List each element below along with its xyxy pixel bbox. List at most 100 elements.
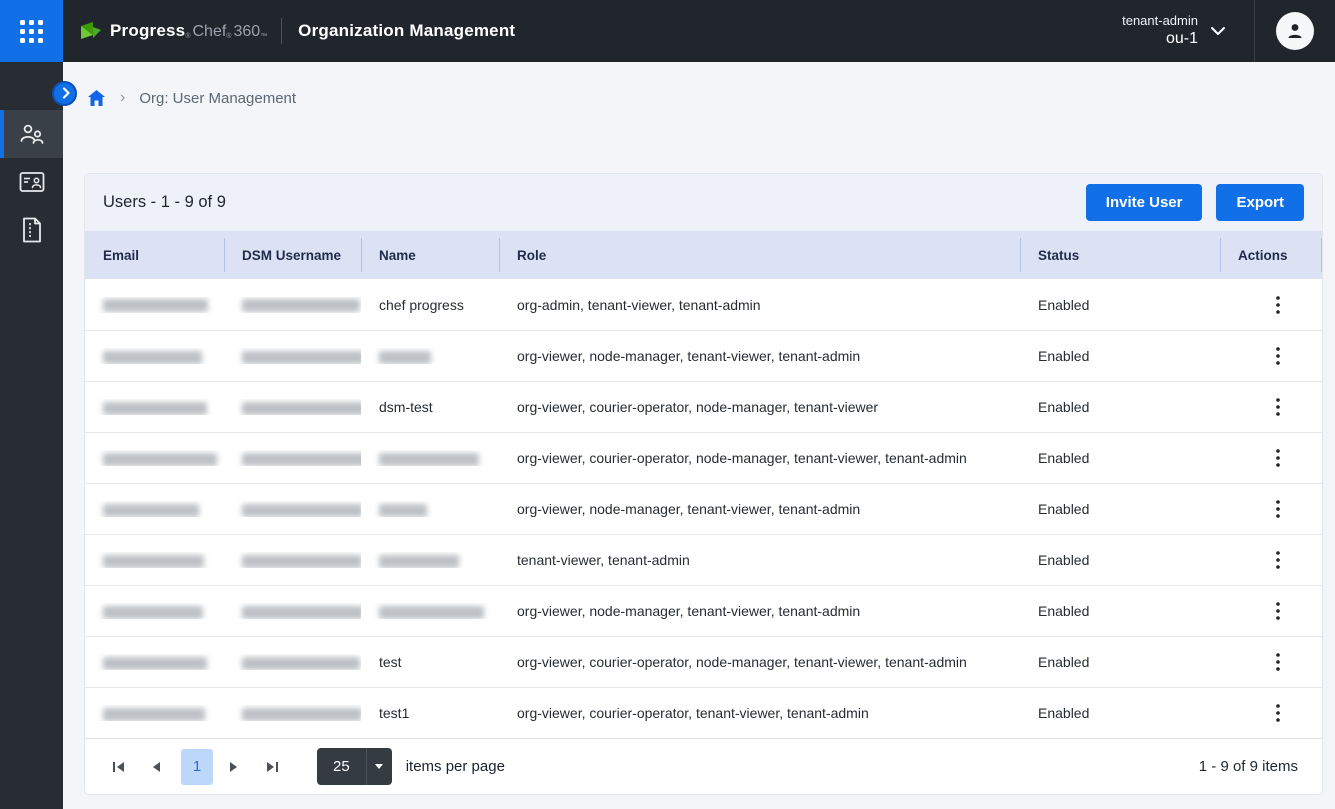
row-actions-menu-button[interactable] [1270,445,1286,471]
table-header-row: Email DSM Username Name Role Status Acti… [85,231,1322,279]
column-header-email[interactable]: Email [85,231,224,279]
sidebar-item-licenses[interactable] [0,206,63,254]
table-row: org-viewer, node-manager, tenant-viewer,… [85,585,1322,636]
actions-cell [1220,496,1322,522]
dsm-username-cell [224,654,361,670]
prev-page-button[interactable] [141,752,171,782]
card-header: Users - 1 - 9 of 9 Invite User Export [85,174,1322,231]
redacted-username [242,299,360,312]
redacted-email [103,299,208,312]
brand-suffix: 360 [233,23,260,41]
table-body: chef progress org-admin, tenant-viewer, … [85,279,1322,738]
redacted-name [379,606,484,619]
redacted-email [103,453,217,466]
redacted-username [242,708,361,721]
kebab-menu-icon [1276,653,1280,671]
table-row: org-viewer, node-manager, tenant-viewer,… [85,483,1322,534]
status-cell: Enabled [1020,603,1220,619]
dsm-username-cell [224,297,361,313]
column-header-status[interactable]: Status [1020,231,1220,279]
status-cell: Enabled [1020,501,1220,517]
actions-cell [1220,343,1322,369]
id-card-icon [19,171,45,193]
first-page-button[interactable] [103,752,133,782]
role-cell: org-viewer, courier-operator, node-manag… [499,399,1020,415]
role-cell: org-viewer, node-manager, tenant-viewer,… [499,348,1020,364]
row-actions-menu-button[interactable] [1270,649,1286,675]
name-cell [361,603,499,619]
skip-first-icon [112,761,125,773]
email-cell [85,603,224,619]
row-actions-menu-button[interactable] [1270,700,1286,726]
kebab-menu-icon [1276,347,1280,365]
kebab-menu-icon [1276,449,1280,467]
brand-name-mark: ® [185,33,190,40]
last-page-button[interactable] [257,752,287,782]
actions-cell [1220,649,1322,675]
caret-down-icon [374,763,384,770]
row-actions-menu-button[interactable] [1270,598,1286,624]
skip-last-icon [266,761,279,773]
redacted-email [103,504,199,517]
row-actions-menu-button[interactable] [1270,343,1286,369]
sidebar-expand-button[interactable] [52,81,77,106]
actions-cell [1220,394,1322,420]
column-header-name[interactable]: Name [361,231,499,279]
topbar-divider [281,18,282,44]
name-cell [361,552,499,568]
dsm-username-cell [224,399,361,415]
next-page-button[interactable] [219,752,249,782]
status-cell: Enabled [1020,705,1220,721]
users-table-card: Users - 1 - 9 of 9 Invite User Export Em… [85,174,1322,794]
dsm-username-cell [224,501,361,517]
redacted-email [103,555,204,568]
column-header-actions: Actions [1220,231,1322,279]
app-launcher-button[interactable] [0,0,63,62]
page-1-button[interactable]: 1 [181,749,213,785]
chevron-left-icon [151,761,161,773]
redacted-name [379,453,479,466]
sidebar-item-id-card[interactable] [0,158,63,206]
redacted-name [379,555,459,568]
page-size-value: 25 [317,758,366,775]
kebab-menu-icon [1276,704,1280,722]
name-cell: dsm-test [361,399,499,415]
tenant-org-label: ou-1 [1166,29,1198,49]
breadcrumb: › Org: User Management [87,86,1335,110]
sidebar [0,62,63,809]
redacted-email [103,657,207,670]
dsm-username-cell [224,552,361,568]
row-actions-menu-button[interactable] [1270,547,1286,573]
sidebar-item-users[interactable] [0,110,63,158]
tenant-switcher[interactable]: tenant-admin ou-1 [1122,13,1226,49]
page-size-select[interactable]: 25 [317,748,392,785]
kebab-menu-icon [1276,551,1280,569]
actions-cell [1220,292,1322,318]
user-menu-button[interactable] [1255,0,1335,62]
progress-logo-icon [79,22,103,43]
role-cell: org-admin, tenant-viewer, tenant-admin [499,297,1020,313]
home-icon[interactable] [87,89,106,107]
kebab-menu-icon [1276,398,1280,416]
users-icon [19,122,45,146]
row-actions-menu-button[interactable] [1270,394,1286,420]
column-header-role[interactable]: Role [499,231,1020,279]
role-cell: org-viewer, courier-operator, node-manag… [499,450,1020,466]
redacted-username [242,453,361,466]
export-button[interactable]: Export [1216,184,1304,221]
invite-user-button[interactable]: Invite User [1086,184,1203,221]
email-cell [85,552,224,568]
status-cell: Enabled [1020,450,1220,466]
row-actions-menu-button[interactable] [1270,292,1286,318]
brand-sub: Chef [192,23,226,41]
role-cell: org-viewer, node-manager, tenant-viewer,… [499,603,1020,619]
row-actions-menu-button[interactable] [1270,496,1286,522]
license-doc-icon [21,217,43,243]
dsm-username-cell [224,603,361,619]
role-cell: tenant-viewer, tenant-admin [499,552,1020,568]
status-cell: Enabled [1020,297,1220,313]
status-cell: Enabled [1020,399,1220,415]
status-cell: Enabled [1020,348,1220,364]
redacted-name [379,351,431,364]
column-header-dsm-username[interactable]: DSM Username [224,231,361,279]
